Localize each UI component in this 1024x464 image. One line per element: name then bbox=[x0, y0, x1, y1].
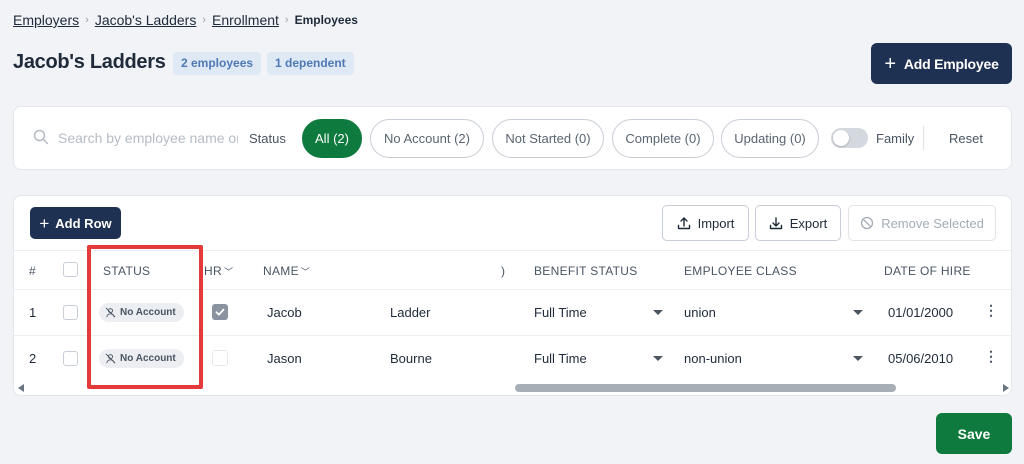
breadcrumb: Employers › Jacob's Ladders › Enrollment… bbox=[13, 12, 358, 28]
export-button[interactable]: Export bbox=[755, 205, 841, 241]
page-title: Jacob's Ladders bbox=[13, 51, 166, 73]
filter-divider bbox=[923, 126, 924, 150]
employees-count-badge: 2 employees bbox=[173, 52, 262, 75]
export-label: Export bbox=[789, 215, 828, 231]
toggle-knob bbox=[833, 130, 849, 146]
import-label: Import bbox=[697, 215, 735, 231]
remove-selected-button[interactable]: Remove Selected bbox=[848, 205, 996, 241]
plus-icon: + bbox=[884, 52, 896, 75]
chevron-down-icon: ﹀ bbox=[300, 267, 311, 277]
first-name-cell[interactable]: Jacob bbox=[267, 305, 302, 320]
row-select-checkbox[interactable] bbox=[63, 305, 78, 320]
scrollbar-thumb[interactable] bbox=[515, 384, 896, 392]
dependents-count-badge: 1 dependent bbox=[267, 52, 354, 75]
save-button[interactable]: Save bbox=[936, 413, 1012, 454]
caret-down-icon[interactable] bbox=[653, 356, 663, 361]
breadcrumb-separator-icon: › bbox=[284, 14, 289, 26]
column-header-hr[interactable]: HR ﹀ bbox=[204, 264, 233, 278]
row-menu-icon[interactable]: ⋮ bbox=[984, 303, 998, 317]
caret-down-icon[interactable] bbox=[653, 310, 663, 315]
column-header-employee-class[interactable]: EMPLOYEE CLASS bbox=[684, 264, 797, 278]
last-name-cell[interactable]: Ladder bbox=[390, 305, 430, 320]
download-icon bbox=[769, 217, 782, 230]
caret-down-icon[interactable] bbox=[853, 356, 863, 361]
scroll-left-arrow-icon[interactable] bbox=[18, 384, 24, 392]
breadcrumb-link-enrollment[interactable]: Enrollment bbox=[212, 12, 279, 28]
row-index: 1 bbox=[29, 305, 37, 320]
column-header-name-label: NAME bbox=[263, 264, 299, 278]
status-pill-all[interactable]: All (2) bbox=[302, 119, 362, 158]
filter-bar: Status All (2) No Account (2) Not Starte… bbox=[13, 106, 1012, 170]
breadcrumb-link-employer[interactable]: Jacob's Ladders bbox=[95, 12, 197, 28]
add-row-label: Add Row bbox=[55, 215, 112, 231]
column-header-benefit-status[interactable]: BENEFIT STATUS bbox=[534, 264, 638, 278]
breadcrumb-separator-icon: › bbox=[202, 14, 206, 26]
last-name-cell[interactable]: Bourne bbox=[390, 351, 432, 366]
reset-button[interactable]: Reset bbox=[949, 131, 983, 146]
plus-icon: + bbox=[39, 213, 50, 233]
caret-down-icon[interactable] bbox=[853, 310, 863, 315]
benefit-status-select[interactable]: Full Time bbox=[534, 305, 587, 320]
remove-selected-label: Remove Selected bbox=[881, 215, 984, 231]
add-employee-label: Add Employee bbox=[903, 55, 999, 72]
column-header-date-of-hire[interactable]: DATE OF HIRE bbox=[884, 264, 971, 278]
chevron-down-icon: ﹀ bbox=[223, 267, 234, 277]
status-column-highlight bbox=[87, 245, 203, 389]
scroll-right-arrow-icon[interactable] bbox=[1003, 384, 1009, 392]
add-employee-button[interactable]: + Add Employee bbox=[871, 43, 1012, 84]
breadcrumb-separator-icon: › bbox=[85, 14, 89, 26]
import-button[interactable]: Import bbox=[662, 205, 749, 241]
first-name-cell[interactable]: Jason bbox=[267, 351, 302, 366]
row-menu-icon[interactable]: ⋮ bbox=[984, 349, 998, 363]
checkmark-icon bbox=[215, 308, 225, 316]
family-toggle[interactable] bbox=[831, 128, 868, 148]
column-header-hr-label: HR bbox=[204, 264, 222, 278]
hr-checkbox[interactable] bbox=[212, 350, 228, 366]
select-all-checkbox[interactable] bbox=[63, 262, 78, 277]
breadcrumb-current: Employees bbox=[294, 13, 358, 27]
row-select-checkbox[interactable] bbox=[63, 351, 78, 366]
date-of-hire-cell[interactable]: 05/06/2010 bbox=[888, 351, 953, 366]
hr-checkbox[interactable] bbox=[212, 304, 228, 320]
add-row-button[interactable]: + Add Row bbox=[30, 207, 121, 239]
family-toggle-label: Family bbox=[876, 131, 915, 146]
status-pill-not-started[interactable]: Not Started (0) bbox=[492, 119, 604, 158]
prohibited-icon bbox=[861, 216, 874, 230]
date-of-hire-cell[interactable]: 01/01/2000 bbox=[888, 305, 953, 320]
status-pill-updating[interactable]: Updating (0) bbox=[721, 119, 819, 158]
column-header-index: # bbox=[29, 264, 36, 278]
upload-icon bbox=[677, 217, 690, 230]
status-filter-label: Status bbox=[249, 131, 286, 146]
status-pill-no-account[interactable]: No Account (2) bbox=[370, 119, 484, 158]
search-input[interactable] bbox=[58, 127, 238, 149]
column-header-partial: ) bbox=[501, 264, 506, 278]
employee-class-select[interactable]: union bbox=[684, 305, 716, 320]
benefit-status-select[interactable]: Full Time bbox=[534, 351, 587, 366]
column-header-name[interactable]: NAME ﹀ bbox=[263, 264, 310, 278]
breadcrumb-link-employers[interactable]: Employers bbox=[13, 12, 79, 28]
status-pill-complete[interactable]: Complete (0) bbox=[612, 119, 714, 158]
search-icon bbox=[33, 129, 49, 145]
employee-class-select[interactable]: non-union bbox=[684, 351, 742, 366]
row-index: 2 bbox=[29, 351, 37, 366]
